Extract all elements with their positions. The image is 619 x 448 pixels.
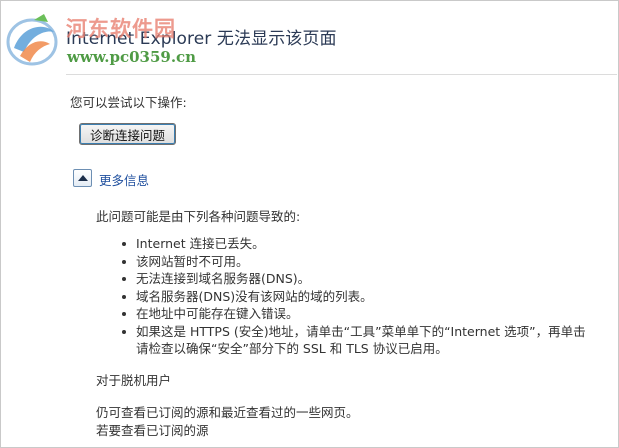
offline-text: 仍可查看已订阅的源和最近查看过的一些网页。 (96, 405, 359, 420)
causes-list: Internet 连接已丢失。 该网站暂时不可用。 无法连接到域名服务器(DNS… (120, 235, 586, 358)
list-item: 该网站暂时不可用。 (120, 253, 586, 271)
offline-title: 对于脱机用户 (96, 373, 172, 388)
list-item: 无法连接到域名服务器(DNS)。 (120, 270, 586, 288)
list-item: 在地址中可能存在键入错误。 (120, 305, 586, 323)
arrow-up-icon (78, 175, 88, 181)
watermark-text: 河东软件园 (66, 16, 176, 41)
hedong-logo-icon (6, 14, 58, 66)
offline-feeds-text: 若要查看已订阅的源 (96, 423, 209, 438)
watermark-url: www.pc0359.cn (67, 48, 197, 66)
collapse-up-arrow-icon[interactable] (73, 169, 92, 187)
title-divider (66, 74, 617, 75)
list-item: Internet 连接已丢失。 (120, 235, 586, 253)
diagnose-connection-button[interactable]: 诊断连接问题 (79, 123, 176, 145)
page-frame (0, 0, 619, 448)
list-item: 如果这是 HTTPS (安全)地址，请单击“工具”菜单单下的“Internet … (120, 323, 586, 341)
more-info-link[interactable]: 更多信息 (99, 170, 149, 189)
list-item: 域名服务器(DNS)没有该网站的域的列表。 (120, 288, 586, 306)
list-item-continuation: 请检查以确保“安全”部分下的 SSL 和 TLS 协议已启用。 (136, 341, 448, 356)
try-hint: 您可以尝试以下操作: (70, 95, 187, 110)
causes-intro: 此问题可能是由下列各种问题导致的: (96, 209, 301, 224)
